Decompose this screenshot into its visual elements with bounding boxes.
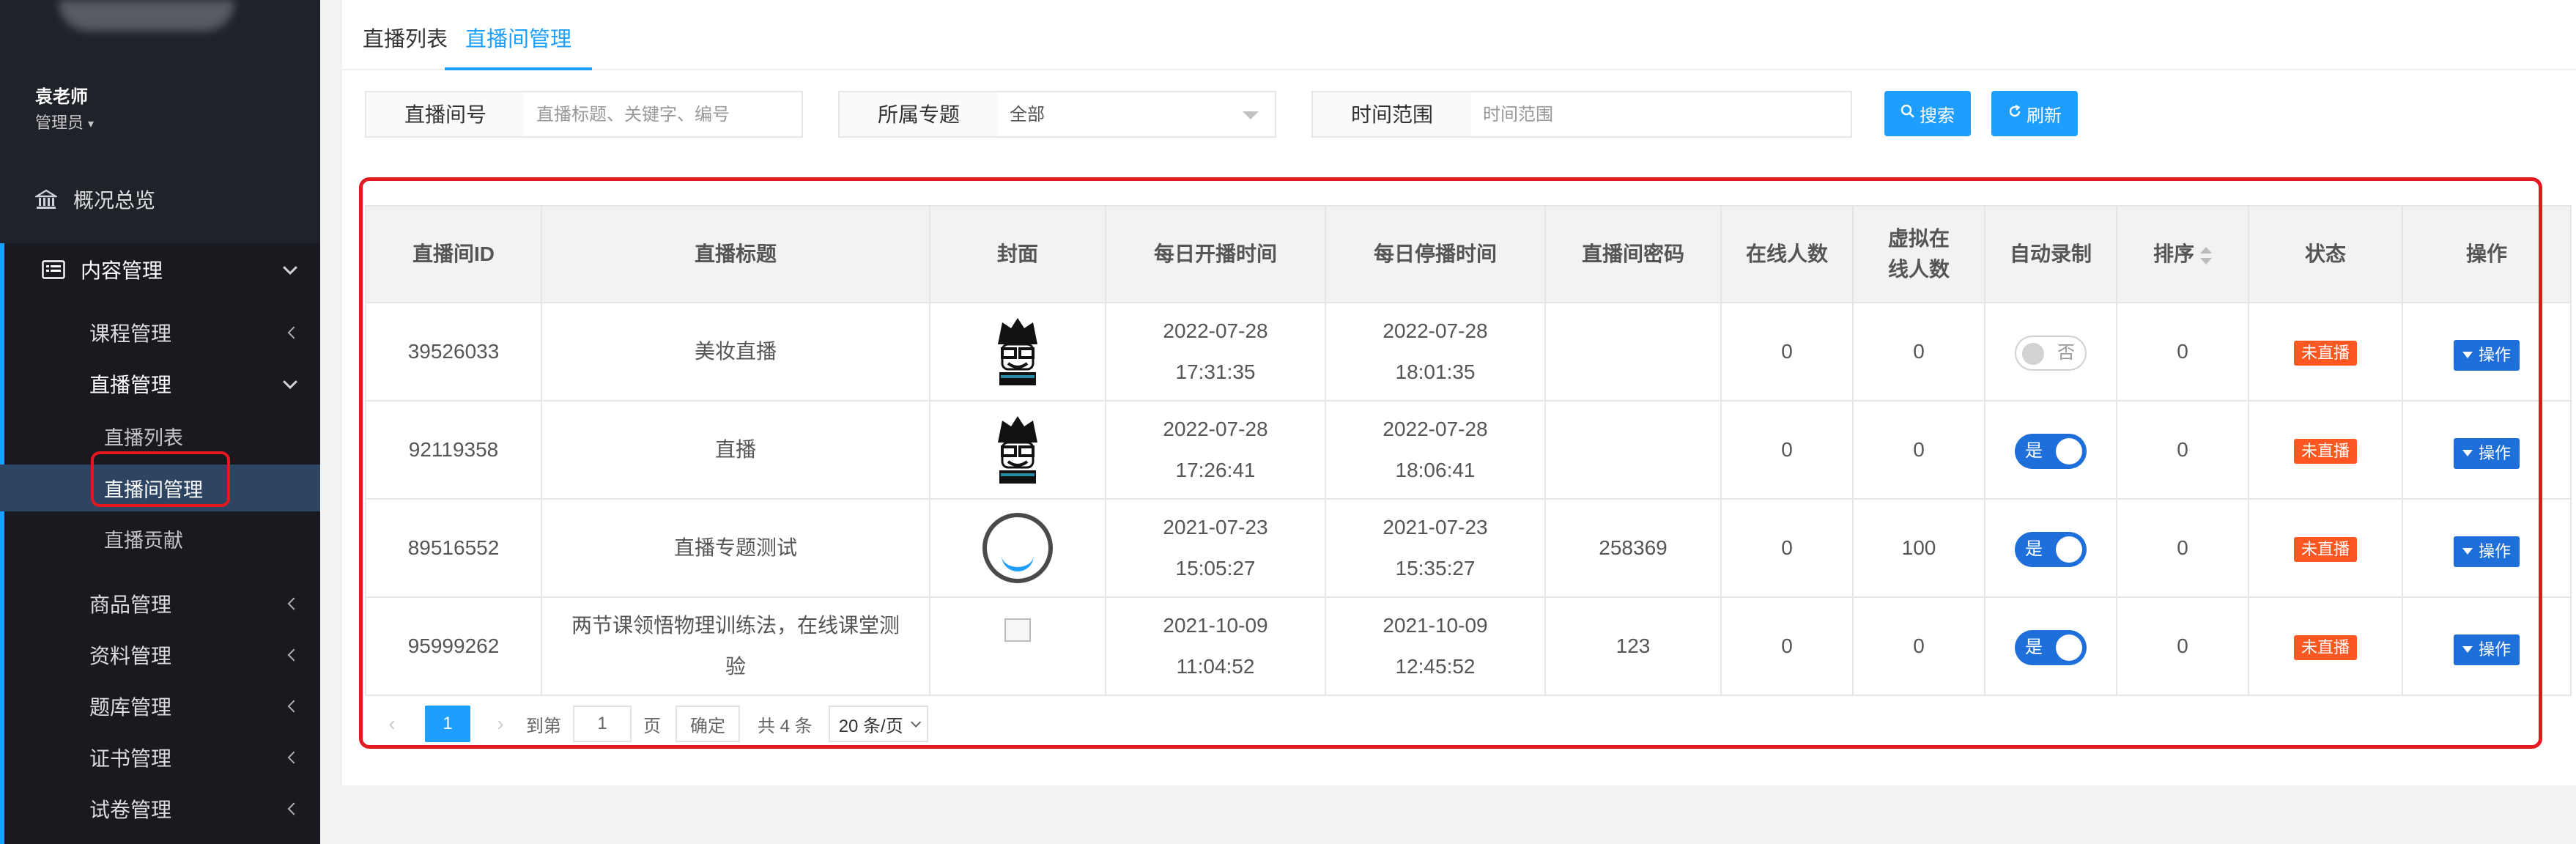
topic-select-value: 全部 bbox=[1010, 105, 1045, 125]
refresh-button-label: 刷新 bbox=[2027, 106, 2062, 126]
sidebar-item-exams[interactable]: 试卷管理 bbox=[0, 787, 320, 831]
chevron-down-icon bbox=[283, 260, 297, 275]
search-button[interactable]: 搜索 bbox=[1884, 91, 1971, 136]
chevron-left-icon bbox=[287, 597, 300, 610]
sidebar-item-label: 课程管理 bbox=[89, 322, 172, 345]
highlight-box bbox=[359, 177, 2542, 749]
tab-live-room[interactable]: 直播间管理 bbox=[445, 0, 593, 70]
refresh-icon bbox=[2007, 103, 2022, 124]
sidebar-item-overview[interactable]: 概况总览 bbox=[0, 177, 320, 221]
chevron-down-icon bbox=[283, 374, 297, 390]
chevron-left-icon bbox=[287, 751, 300, 764]
topic-label: 所属专题 bbox=[838, 91, 999, 138]
user-role-label: 管理员 bbox=[35, 114, 84, 132]
time-range-input[interactable]: 时间范围 bbox=[1471, 91, 1852, 138]
sidebar-item-certificates[interactable]: 证书管理 bbox=[0, 736, 320, 780]
chevron-left-icon bbox=[287, 648, 300, 662]
sidebar-item-live[interactable]: 直播管理 bbox=[0, 362, 320, 406]
sidebar-item-label: 题库管理 bbox=[89, 696, 172, 719]
room-no-input[interactable]: 直播标题、关键字、编号 bbox=[525, 91, 803, 138]
sidebar-item-label: 直播管理 bbox=[89, 374, 172, 396]
topic-select[interactable]: 全部 bbox=[998, 91, 1276, 138]
sidebar-item-materials[interactable]: 资料管理 bbox=[0, 633, 320, 677]
sidebar-item-question-bank[interactable]: 题库管理 bbox=[0, 684, 320, 728]
bank-icon bbox=[34, 187, 59, 212]
highlight-box bbox=[91, 451, 230, 507]
sidebar-item-courses[interactable]: 课程管理 bbox=[0, 311, 320, 355]
sidebar-item-label: 证书管理 bbox=[89, 747, 172, 770]
chevron-left-icon bbox=[287, 802, 300, 815]
sidebar-item-label: 直播列表 bbox=[104, 426, 183, 449]
caret-down-icon: ▾ bbox=[88, 118, 95, 131]
sidebar: 袁老师 管理员 ▾ 概况总览 内容管理 课程管理 直播管理 直播列表 直播间管理 … bbox=[0, 0, 320, 844]
sidebar-item-live-contribution[interactable]: 直播贡献 bbox=[0, 516, 320, 561]
sidebar-item-label: 试卷管理 bbox=[89, 799, 172, 821]
dropdown-arrow-icon bbox=[1243, 111, 1259, 119]
user-role-dropdown[interactable]: 管理员 ▾ bbox=[35, 110, 94, 133]
sidebar-item-label: 内容管理 bbox=[81, 259, 163, 282]
room-no-label: 直播间号 bbox=[365, 91, 526, 138]
sidebar-item-label: 概况总览 bbox=[73, 189, 156, 212]
list-icon bbox=[41, 257, 66, 282]
sidebar-item-products[interactable]: 商品管理 bbox=[0, 582, 320, 626]
sidebar-item-content[interactable]: 内容管理 bbox=[0, 248, 320, 292]
refresh-button[interactable]: 刷新 bbox=[1991, 91, 2078, 136]
tab-bar: 直播列表 直播间管理 bbox=[342, 0, 2576, 70]
chevron-left-icon bbox=[287, 700, 300, 713]
time-range-label: 时间范围 bbox=[1311, 91, 1473, 138]
search-icon bbox=[1900, 103, 1915, 124]
sidebar-item-label: 商品管理 bbox=[89, 593, 172, 616]
blurred-logo bbox=[59, 0, 234, 31]
user-name: 袁老师 bbox=[35, 87, 88, 107]
sidebar-item-label: 资料管理 bbox=[89, 645, 172, 667]
sidebar-item-label: 直播贡献 bbox=[104, 529, 183, 552]
search-button-label: 搜索 bbox=[1920, 106, 1955, 126]
chevron-left-icon bbox=[287, 326, 300, 339]
